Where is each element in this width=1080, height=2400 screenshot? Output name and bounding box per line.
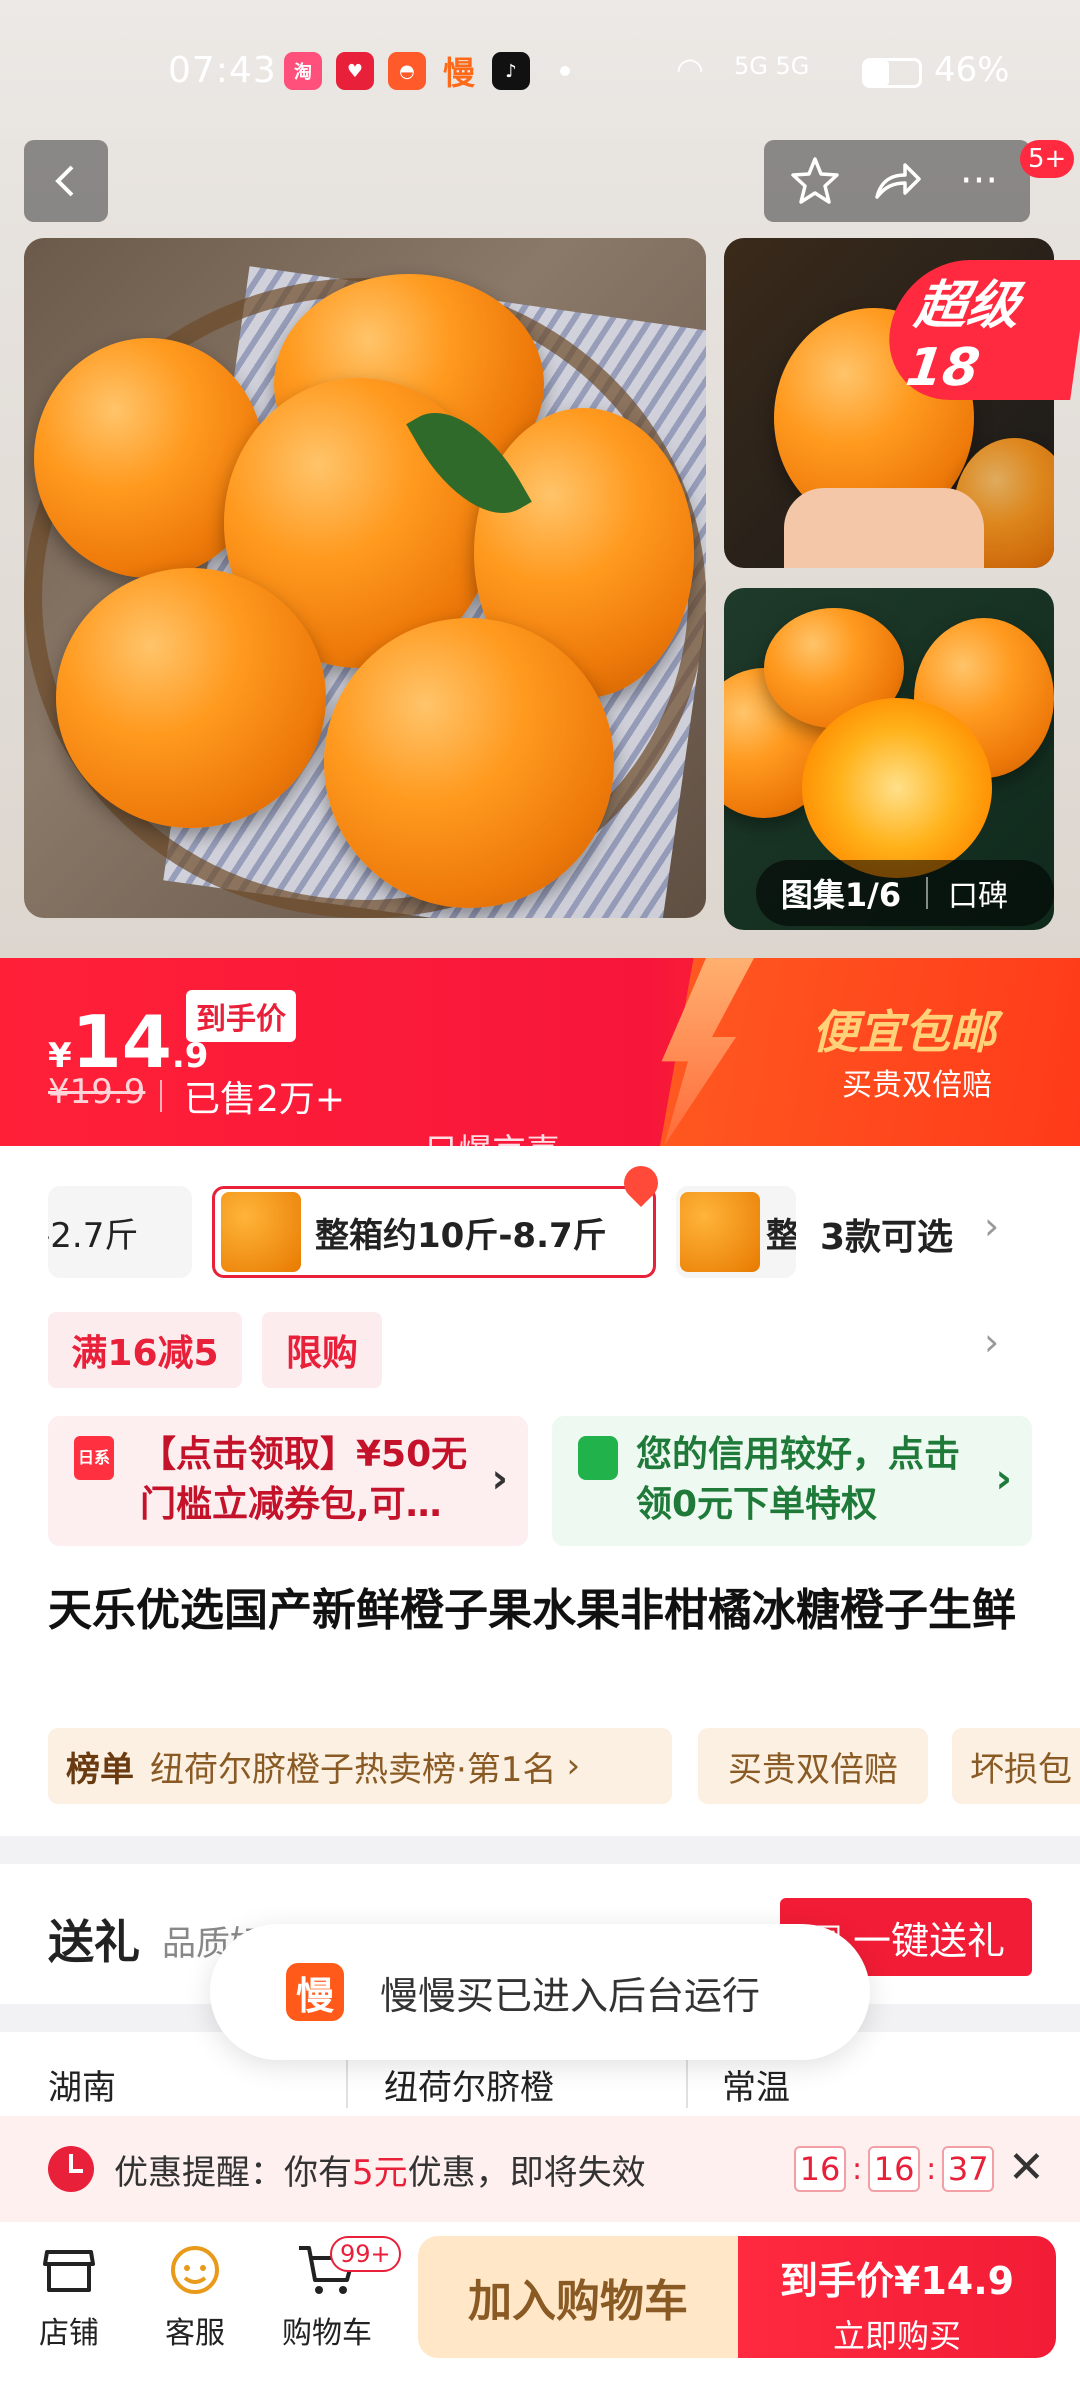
- add-to-cart-button[interactable]: 加入购物车: [418, 2236, 738, 2358]
- coupon-text: 【点击领取】¥50无门槛立减券包,可…: [140, 1434, 468, 1525]
- attribute-divider: [686, 2052, 688, 2108]
- send-gift-label: 一键送礼: [852, 1918, 1005, 1963]
- shop-label: 店铺: [39, 2316, 99, 2351]
- countdown-hours: 16: [794, 2146, 846, 2192]
- attribute-storage: 常温: [722, 2068, 790, 2108]
- countdown-minutes: 16: [868, 2146, 921, 2192]
- discount-reminder-bar[interactable]: 优惠提醒：你有 5元 优惠，即将失效 16 : 16 : 37 ✕: [0, 2116, 1080, 2222]
- signal-icon: 5G 5G: [734, 52, 810, 80]
- countdown-timer: 16 : 16 : 37: [794, 2146, 995, 2192]
- attribute-origin: 湖南: [48, 2068, 116, 2108]
- after-price-tag: 到手价: [186, 990, 296, 1042]
- variant-label: 整箱约10斤-8.7斤: [315, 1215, 607, 1256]
- ranking-text: 纽荷尔脐橙子热卖榜·第1名: [150, 1749, 557, 1790]
- buy-price-label: 到手价¥14.9: [779, 2259, 1015, 2303]
- price-currency: ¥: [48, 1036, 72, 1076]
- service-label: 客服: [165, 2316, 225, 2351]
- sold-count: 已售2万+: [184, 1079, 346, 1120]
- manman-app-icon: 慢: [286, 1963, 344, 2021]
- cart-label: 购物车: [282, 2316, 372, 2351]
- share-button[interactable]: [862, 150, 932, 212]
- tiktok-icon: ♪: [492, 52, 530, 90]
- gift-title: 送礼: [48, 1915, 140, 1969]
- variant-option-3[interactable]: 整: [676, 1186, 796, 1278]
- review-label: 口碑: [948, 879, 1008, 914]
- promo-title: 便宜包邮: [812, 1005, 996, 1059]
- price-guarantee-chip[interactable]: 买贵双倍赔: [698, 1728, 928, 1804]
- sliced-orange-image: [802, 698, 992, 878]
- toast-text: 慢慢买已进入后台运行: [380, 1973, 761, 2018]
- shopping-bag-icon: [578, 1436, 618, 1480]
- buy-now-label: 立即购买: [832, 2317, 961, 2355]
- battery-percent: 46%: [934, 50, 1010, 90]
- reminder-amount: 5元: [352, 2152, 408, 2193]
- variant-thumb: [680, 1192, 760, 1272]
- background-toast: 慢 慢慢买已进入后台运行: [210, 1924, 870, 2060]
- star-icon: [791, 157, 839, 204]
- taobao-icon: 淘: [284, 52, 322, 90]
- watermark-text: 只爆京喜: [424, 1132, 560, 1172]
- product-main-image[interactable]: [24, 238, 706, 918]
- attribute-divider: [346, 2052, 348, 2108]
- reminder-suffix: 优惠，即将失效: [407, 2152, 646, 2193]
- chevron-right-icon[interactable]: ›: [984, 1204, 999, 1248]
- status-dot: [560, 66, 570, 76]
- heart-app-icon: ♥: [336, 52, 374, 90]
- reminder-prefix: 优惠提醒：你有: [114, 2152, 352, 2193]
- chevron-left-icon: [55, 165, 74, 197]
- variant-option-1[interactable]: -2.7斤: [48, 1186, 192, 1278]
- cart-count-badge: 99+: [330, 2236, 401, 2272]
- battery-icon: [862, 58, 922, 88]
- coupon-icon: 日系: [74, 1436, 114, 1480]
- ranking-label: 榜单: [66, 1749, 134, 1790]
- credit-privilege-card[interactable]: 您的信用较好，点击领0元下单特权 ›: [552, 1416, 1032, 1546]
- more-icon: ···: [959, 158, 999, 204]
- gallery-pill[interactable]: 图集1/6 口碑: [756, 860, 1054, 926]
- back-button[interactable]: [24, 140, 108, 222]
- variant-count[interactable]: 3款可选: [820, 1208, 953, 1260]
- attribute-variety: 纽荷尔脐橙: [384, 2068, 554, 2108]
- product-title: 天乐优选国产新鲜橙子果水果非柑橘冰糖橙子生鲜: [48, 1585, 1016, 1636]
- discount-tag[interactable]: 满16减5: [48, 1312, 242, 1388]
- variant-option-2-selected[interactable]: 整箱约10斤-8.7斤: [212, 1186, 656, 1278]
- customer-service-tab[interactable]: 客服: [140, 2240, 250, 2352]
- shop-tab[interactable]: 店铺: [14, 2240, 124, 2352]
- price-divider: [160, 1080, 162, 1112]
- chevron-right-icon[interactable]: ›: [984, 1320, 999, 1364]
- variant-label: -2.7斤: [48, 1215, 139, 1256]
- purchase-limit-tag[interactable]: 限购: [262, 1312, 382, 1388]
- orange-image: [56, 568, 326, 828]
- manman-icon: 慢: [442, 54, 475, 92]
- chevron-right-icon: ›: [566, 1746, 581, 1786]
- credit-text: 您的信用较好，点击领0元下单特权: [636, 1434, 961, 1525]
- orange-image: [324, 618, 614, 908]
- hand-decoration: [784, 488, 984, 568]
- promo-subtitle: 买贵双倍赔: [842, 1068, 992, 1103]
- more-button[interactable]: ···: [944, 150, 1014, 212]
- damage-guarantee-chip[interactable]: 坏损包: [952, 1728, 1080, 1804]
- favorite-button[interactable]: [780, 150, 850, 212]
- shop-app-icon: ◓: [388, 52, 426, 90]
- variant-thumb: [221, 1192, 301, 1272]
- chevron-right-icon: ›: [995, 1456, 1012, 1502]
- close-icon[interactable]: ✕: [1008, 2142, 1045, 2193]
- wifi-icon: ◠: [676, 50, 704, 88]
- customer-service-icon: [171, 2246, 219, 2294]
- variant-label: 整: [766, 1215, 796, 1256]
- buy-now-button[interactable]: 到手价¥14.9 立即购买: [738, 2236, 1056, 2358]
- gallery-counter: 图集1/6: [780, 876, 902, 914]
- countdown-seconds: 37: [942, 2146, 995, 2192]
- ranking-chip[interactable]: 榜单 纽荷尔脐橙子热卖榜·第1名 ›: [48, 1728, 672, 1804]
- coupon-card[interactable]: 日系 【点击领取】¥50无门槛立减券包,可… ›: [48, 1416, 528, 1546]
- original-price: ¥19.9: [48, 1072, 146, 1112]
- clock-icon: [48, 2146, 94, 2192]
- notification-badge: 5+: [1020, 140, 1075, 178]
- status-time: 07:43: [168, 50, 277, 91]
- chevron-right-icon: ›: [491, 1456, 508, 1502]
- share-icon: [875, 163, 921, 199]
- store-icon: [43, 2250, 95, 2292]
